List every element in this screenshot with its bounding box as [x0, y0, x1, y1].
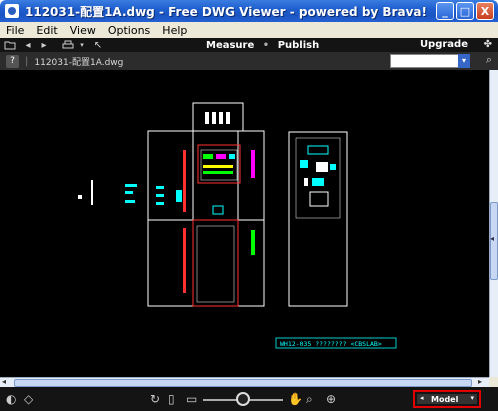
- menu-edit[interactable]: Edit: [30, 24, 63, 37]
- model-tab-selector[interactable]: ◂ Model ▾: [417, 394, 477, 404]
- upgrade-button[interactable]: Upgrade: [420, 38, 468, 52]
- contrast-icon[interactable]: ◐: [6, 392, 16, 406]
- drawing-mark: [307, 145, 329, 155]
- divider: |: [25, 55, 29, 67]
- layers-icon[interactable]: ◇: [24, 392, 33, 406]
- brava-logo-icon: ✤: [483, 39, 492, 50]
- drawing-mark: [226, 112, 230, 124]
- rotate-icon[interactable]: ↻: [150, 392, 160, 406]
- toolbar-separator: •: [262, 40, 270, 51]
- horizontal-scroll-thumb[interactable]: [14, 379, 472, 387]
- close-button[interactable]: X: [476, 2, 494, 20]
- drawing-mark: [316, 162, 328, 172]
- file-name: 112031-配置1A.dwg: [34, 57, 124, 68]
- app-icon: [5, 4, 19, 18]
- drawing-mark: [203, 154, 213, 159]
- chevron-down-icon[interactable]: ▾: [470, 394, 474, 402]
- menu-bar: File Edit View Options Help: [0, 22, 498, 38]
- drawing-mark: [304, 178, 308, 186]
- drawing-mark: [125, 200, 135, 203]
- zoom-window-icon[interactable]: ⌕: [306, 392, 313, 407]
- drawing-mark: [176, 190, 182, 202]
- scrollbar-corner: [489, 377, 498, 387]
- drawing-mark: [300, 160, 308, 168]
- pan-hand-icon[interactable]: ✋: [288, 392, 303, 406]
- drawing-mark: [183, 228, 186, 293]
- right-cabinet-outline: [288, 131, 348, 307]
- menu-options[interactable]: Options: [102, 24, 156, 37]
- drawing-mark: [203, 165, 233, 168]
- drawing-mark: [216, 154, 226, 159]
- component-frame: [196, 225, 235, 303]
- model-tab-label: Model: [431, 394, 459, 404]
- drawing-mark: [183, 150, 186, 212]
- search-icon[interactable]: ⌕: [486, 53, 492, 67]
- scroll-left-icon[interactable]: ◂: [2, 377, 6, 386]
- open-folder-icon[interactable]: [2, 39, 18, 51]
- title-block-text: WH12-035 ???????? <CBSLAB>: [280, 340, 382, 348]
- file-bar: ? | 112031-配置1A.dwg ▾ ⌕: [0, 52, 498, 70]
- print-icon[interactable]: [60, 39, 76, 51]
- zoom-in-icon[interactable]: ⊕: [326, 392, 336, 406]
- help-icon[interactable]: ?: [6, 54, 19, 68]
- title-bar: 112031-配置1A.dwg - Free DWG Viewer - powe…: [0, 0, 498, 22]
- drawing-mark: [125, 191, 133, 194]
- drawing-mark: [212, 112, 216, 124]
- maximize-button[interactable]: □: [456, 2, 474, 20]
- zoom-slider-thumb[interactable]: [236, 392, 250, 406]
- collapse-panel-icon[interactable]: ◂: [490, 234, 498, 246]
- drawing-mark: [78, 195, 82, 199]
- drawing-mark: [219, 112, 223, 124]
- drawing-mark: [156, 186, 164, 189]
- drawing-mark: [156, 194, 164, 197]
- page-icon[interactable]: ▯: [168, 392, 175, 406]
- horizontal-scrollbar[interactable]: ◂ ▸: [0, 377, 489, 387]
- window-title: 112031-配置1A.dwg - Free DWG Viewer - powe…: [25, 4, 427, 19]
- drawing-mark: [251, 150, 255, 178]
- cad-drawing: WH12-035 ???????? <CBSLAB>: [78, 102, 397, 349]
- cabinet-top: [192, 102, 244, 132]
- drawing-mark: [156, 202, 164, 205]
- model-tab-highlight: ◂ Model ▾: [413, 390, 481, 408]
- back-arrow-icon[interactable]: ◂: [20, 39, 36, 51]
- scroll-right-icon[interactable]: ▸: [478, 377, 482, 386]
- component-frame: [192, 219, 239, 307]
- drawing-mark: [203, 171, 233, 174]
- drawing-mark: [205, 112, 209, 124]
- menu-help[interactable]: Help: [156, 24, 193, 37]
- menu-file[interactable]: File: [0, 24, 30, 37]
- publish-menu[interactable]: Publish: [278, 40, 320, 51]
- pointer-icon[interactable]: ↖: [90, 39, 106, 51]
- forward-arrow-icon[interactable]: ▸: [36, 39, 52, 51]
- toolbar: ◂ ▸ ▾ ↖ Measure • Publish Upgrade ✤: [0, 38, 498, 52]
- search-dropdown-button[interactable]: ▾: [458, 54, 470, 68]
- measure-menu[interactable]: Measure: [206, 40, 254, 51]
- previous-layout-icon[interactable]: ◂: [420, 394, 424, 402]
- drawing-mark: [330, 164, 336, 170]
- drawing-mark: [312, 178, 324, 186]
- fit-window-icon[interactable]: ▭: [186, 392, 197, 406]
- drawing-mark: [125, 184, 137, 187]
- component-frame: [197, 144, 241, 184]
- drawing-mark: [229, 154, 235, 159]
- vertical-scrollbar[interactable]: [489, 70, 498, 377]
- drawing-canvas[interactable]: WH12-035 ???????? <CBSLAB>: [0, 70, 489, 377]
- menu-view[interactable]: View: [64, 24, 102, 37]
- drawing-mark: [309, 191, 329, 207]
- drawing-mark: [212, 205, 224, 215]
- chevron-down-icon[interactable]: ▾: [78, 39, 86, 51]
- minimize-button[interactable]: _: [436, 2, 454, 20]
- drawing-mark: [251, 230, 255, 255]
